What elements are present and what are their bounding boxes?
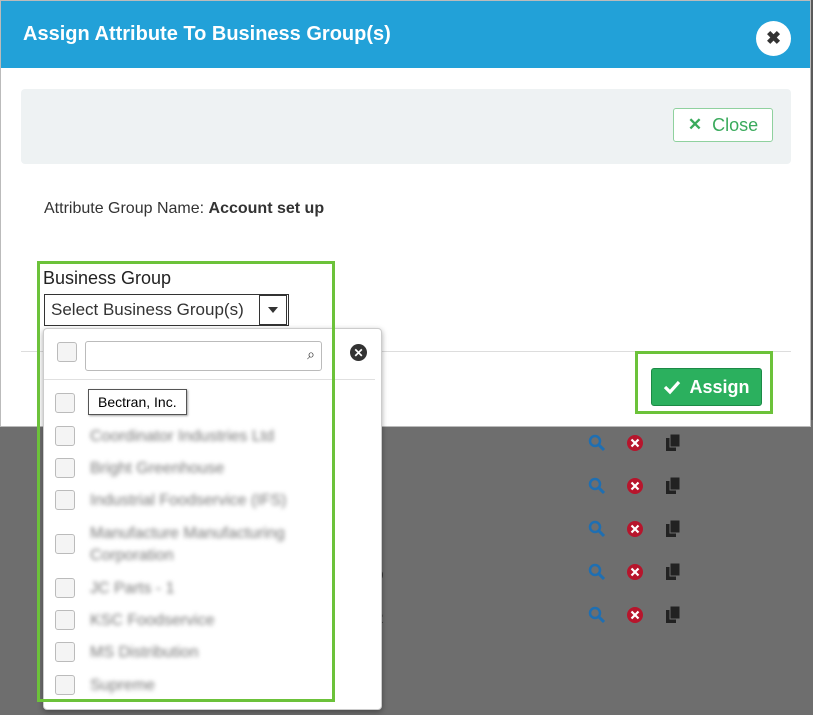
item-checkbox[interactable]: [55, 610, 75, 630]
item-label: Manufacture Manufacturing: [90, 525, 285, 542]
modal-title: Assign Attribute To Business Group(s): [23, 23, 391, 45]
delete-icon[interactable]: [626, 563, 644, 581]
item-label: Supreme: [90, 677, 155, 694]
item-label: Coordinator Industries Ltd: [90, 428, 275, 445]
item-label: Industrial Foodservice (IFS): [90, 492, 287, 509]
search-icon[interactable]: [588, 563, 606, 581]
attribute-group-label: Attribute Group Name:: [44, 200, 205, 217]
close-icon: ✕: [687, 115, 703, 134]
copy-icon[interactable]: [664, 434, 682, 452]
delete-icon[interactable]: [626, 434, 644, 452]
delete-icon[interactable]: [626, 606, 644, 624]
delete-icon[interactable]: [626, 520, 644, 538]
item-label: JC Parts - 1: [90, 580, 175, 597]
item-label: KSC Foodservice: [90, 612, 215, 629]
item-label: Bright Greenhouse: [90, 460, 225, 477]
dropdown-search-input[interactable]: ⌕: [85, 341, 322, 371]
close-button[interactable]: ✕ Close: [673, 108, 773, 142]
select-placeholder: Select Business Group(s): [51, 300, 244, 319]
modal-toolbar: ✕ Close: [21, 89, 791, 164]
search-icon[interactable]: [588, 477, 606, 495]
item-label: Bectran, Inc.: [88, 389, 187, 415]
search-icon[interactable]: [588, 606, 606, 624]
assign-button[interactable]: Assign: [651, 368, 762, 406]
business-group-label: Business Group: [43, 268, 172, 288]
item-checkbox[interactable]: [55, 426, 75, 446]
item-checkbox[interactable]: [55, 642, 75, 662]
item-checkbox[interactable]: [55, 675, 75, 695]
assign-button-label: Assign: [689, 376, 750, 397]
chevron-down-icon[interactable]: [259, 295, 287, 325]
clear-search-icon[interactable]: ✕: [350, 344, 367, 361]
item-label: MS Distribution: [90, 644, 199, 661]
delete-icon[interactable]: [626, 477, 644, 495]
close-button-label: Close: [712, 114, 759, 135]
modal-close-icon[interactable]: ✖: [756, 21, 791, 56]
check-icon: [664, 380, 681, 395]
item-checkbox[interactable]: [55, 578, 75, 598]
business-group-select[interactable]: Select Business Group(s): [44, 294, 289, 326]
search-icon[interactable]: [588, 520, 606, 538]
search-icon: ⌕: [307, 346, 315, 362]
copy-icon[interactable]: [664, 520, 682, 538]
item-label: Corporation: [90, 547, 174, 564]
attribute-group-name: Attribute Group Name: Account set up: [44, 200, 324, 218]
business-group-dropdown: ⌕ ✕ Bectran, Inc. Coordinator Industries…: [43, 328, 382, 710]
copy-icon[interactable]: [664, 563, 682, 581]
copy-icon[interactable]: [664, 606, 682, 624]
item-checkbox[interactable]: [55, 534, 75, 554]
item-checkbox[interactable]: [55, 458, 75, 478]
item-checkbox[interactable]: [55, 490, 75, 510]
item-checkbox[interactable]: [55, 393, 75, 413]
dropdown-search-row: ⌕ ✕: [44, 329, 375, 380]
attribute-group-value: Account set up: [208, 200, 325, 217]
search-icon[interactable]: [588, 434, 606, 452]
copy-icon[interactable]: [664, 477, 682, 495]
select-all-checkbox[interactable]: [57, 342, 77, 362]
modal-header: Assign Attribute To Business Group(s) ✖: [1, 1, 810, 68]
